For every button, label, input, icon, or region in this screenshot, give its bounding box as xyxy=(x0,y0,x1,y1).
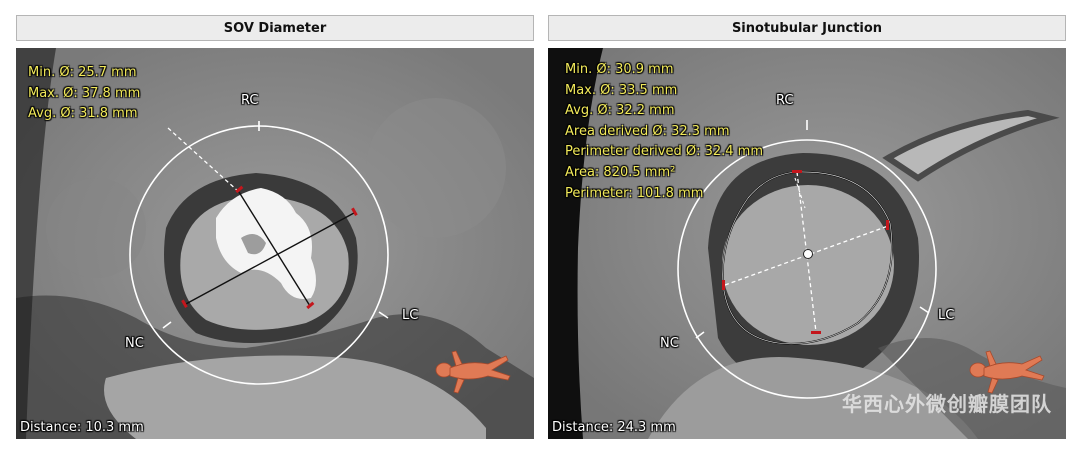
distance-readout: Distance: 10.3 mm xyxy=(20,420,144,435)
measurement-max: Max. Ø: 33.5 mm xyxy=(565,82,678,98)
measurement-min: Min. Ø: 30.9 mm xyxy=(565,62,674,77)
measurement-perimeter-derived: Perimeter derived Ø: 32.4 mm xyxy=(565,144,763,160)
orientation-label-nc: NC xyxy=(660,336,679,351)
panel-title: SOV Diameter xyxy=(16,15,534,41)
panel-title: Sinotubular Junction xyxy=(548,15,1066,41)
distance-readout: Distance: 24.3 mm xyxy=(552,420,676,435)
orientation-label-lc: LC xyxy=(938,308,955,323)
measurement-area: Area: 820.5 mm² xyxy=(565,164,676,180)
orientation-label-lc: LC xyxy=(402,308,419,323)
panel-sov-diameter: SOV Diameter Min. Ø: 25.7 mm Max. Ø: 37.… xyxy=(16,15,534,439)
orientation-label-nc: NC xyxy=(125,336,144,351)
orientation-label-rc: RC xyxy=(776,93,794,108)
panel-sinotubular-junction: Sinotubular Junction Min. Ø: 30.9 mm Max… xyxy=(548,15,1066,439)
ct-viewport-sov[interactable]: Min. Ø: 25.7 mm Max. Ø: 37.8 mm Avg. Ø: … xyxy=(16,48,534,439)
measurement-min: Min. Ø: 25.7 mm xyxy=(28,65,137,80)
measurement-area-derived: Area derived Ø: 32.3 mm xyxy=(565,123,730,139)
watermark-text: 华西心外微创瓣膜团队 xyxy=(842,392,1052,416)
measurement-avg: Avg. Ø: 31.8 mm xyxy=(28,106,138,122)
measurement-avg: Avg. Ø: 32.2 mm xyxy=(565,103,675,119)
measurement-perimeter: Perimeter: 101.8 mm xyxy=(565,185,704,201)
body-orientation-icon[interactable] xyxy=(428,348,512,396)
measurement-list: Min. Ø: 30.9 mm Max. Ø: 33.5 mm Avg. Ø: … xyxy=(565,60,763,204)
measurement-max: Max. Ø: 37.8 mm xyxy=(28,85,141,101)
orientation-label-rc: RC xyxy=(241,93,259,108)
ct-viewport-stj[interactable]: Min. Ø: 30.9 mm Max. Ø: 33.5 mm Avg. Ø: … xyxy=(548,48,1066,439)
measurement-list: Min. Ø: 25.7 mm Max. Ø: 37.8 mm Avg. Ø: … xyxy=(28,63,140,125)
